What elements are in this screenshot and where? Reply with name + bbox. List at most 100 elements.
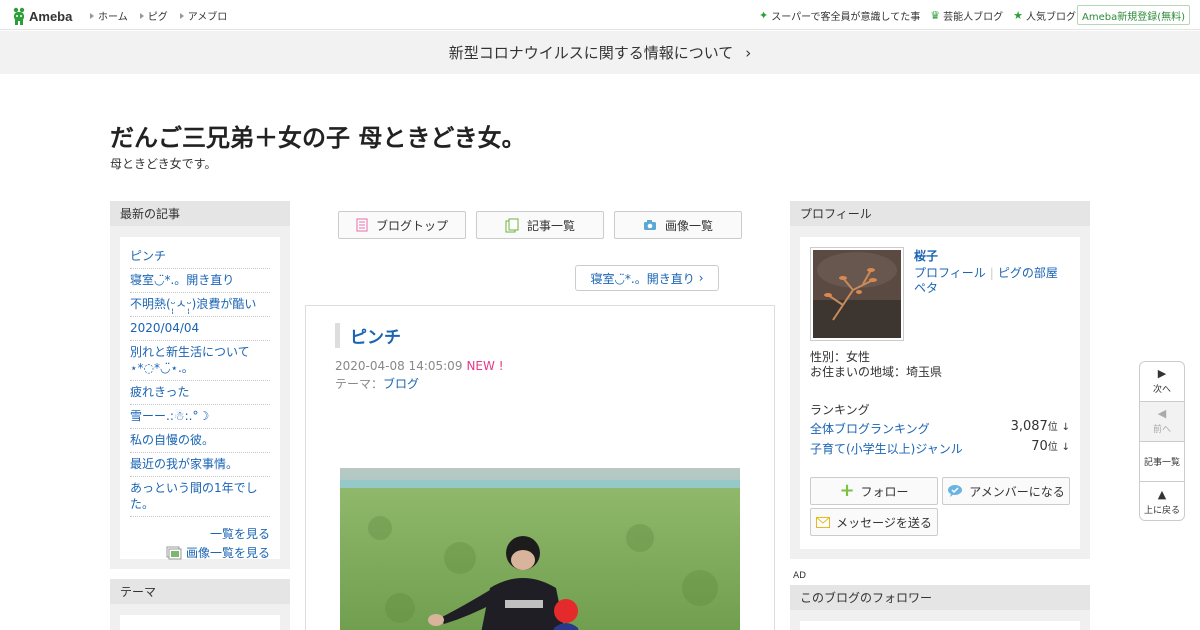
triangle-up-icon: ▲ [1157, 487, 1167, 501]
see-all-link[interactable]: 一覧を見る [130, 525, 270, 542]
recent-article-item[interactable]: 最近の我が家事情。 [130, 453, 270, 477]
profile-link[interactable]: プロフィール [914, 266, 986, 280]
message-label: メッセージを送る [836, 515, 932, 530]
ad-label: AD [793, 571, 807, 581]
theme-panel [120, 615, 280, 630]
ranking-unit: 位 [1047, 442, 1058, 453]
theme-heading: テーマ [110, 579, 290, 604]
link-label: スーパーで客全員が意識してた事 [771, 12, 921, 23]
recent-articles-panel: ピンチ 寝室◡̈*.。開き直り 不明熱(ᵕ̩̩ㅅᵕ̩̩)浪費が酷い 2020/0… [120, 237, 280, 561]
profile-name[interactable]: 桜子 [914, 247, 938, 264]
amember-button[interactable]: アメンバーになる [942, 477, 1070, 505]
ranking-row: 子育て(小学生以上)ジャンル 70位 ↓ [810, 438, 1070, 457]
new-badge: NEW ! [466, 359, 504, 373]
nav-ameblo[interactable]: アメブロ [179, 8, 227, 23]
pages-icon [505, 218, 519, 232]
amember-label: アメンバーになる [969, 484, 1065, 499]
see-images-label: 画像一覧を見る [185, 546, 270, 560]
ranking-value: 70位 ↓ [1031, 438, 1070, 454]
article-date-line: 2020-04-08 14:05:09 NEW ! [335, 359, 504, 373]
nav-pig[interactable]: ピグ [139, 8, 168, 23]
avatar-image [813, 250, 901, 338]
message-button[interactable]: メッセージを送る [810, 508, 938, 536]
recent-article-item[interactable]: 不明熱(ᵕ̩̩ㅅᵕ̩̩)浪費が酷い [130, 293, 270, 317]
ranking-heading: ランキング [810, 403, 870, 417]
article-list-button[interactable]: 記事一覧 [476, 211, 604, 239]
play-right-icon: ▶ [1157, 367, 1167, 380]
recent-article-item[interactable]: あっという間の1年でした。 [130, 477, 270, 517]
recent-article-item[interactable]: 私の自慢の彼。 [130, 429, 270, 453]
blog-top-button[interactable]: ブログトップ [338, 211, 466, 239]
recent-article-item[interactable]: 疲れきった [130, 381, 270, 405]
header-right-links: ✦ スーパーで客全員が意識してた事 ♛ 芸能人ブログ ★ 人気ブログ [759, 8, 1076, 24]
camera-icon [643, 220, 656, 230]
next-article-title: 寝室◡̈*.。開き直り [590, 271, 695, 286]
recent-articles-heading: 最新の記事 [110, 201, 290, 226]
announcement-text: 新型コロナウイルスに関する情報について [448, 44, 734, 62]
see-images-link[interactable]: 画像一覧を見る [130, 544, 270, 561]
envelope-icon [816, 516, 831, 528]
document-icon [356, 218, 368, 232]
caret-right-icon [90, 12, 94, 19]
prev-button[interactable]: ◀ 前へ [1140, 402, 1184, 442]
article: ピンチ 2020-04-08 14:05:09 NEW ! テーマ：ブログ [305, 305, 775, 630]
nav-label: ピグ [147, 12, 168, 23]
recent-articles-list: ピンチ 寝室◡̈*.。開き直り 不明熱(ᵕ̩̩ㅅᵕ̩̩)浪費が酷い 2020/0… [130, 245, 270, 517]
profile-box: 桜子 プロフィール | ピグの部屋 ペタ 性別：女性 お住まいの地域：埼玉県 ランキ… [790, 226, 1090, 559]
recent-article-item[interactable]: 雪ーー.:☃︎:.°☽ [130, 405, 270, 429]
plus-icon: + [839, 480, 855, 501]
ranking-number: 70 [1031, 439, 1048, 454]
follow-button[interactable]: + フォロー [810, 477, 938, 505]
trend-down-icon: ↓ [1061, 422, 1070, 433]
chevron-right-icon: › [698, 271, 704, 285]
trending-link[interactable]: ✦ スーパーで客全員が意識してた事 [759, 8, 921, 24]
next-label: 次へ [1152, 385, 1171, 395]
ameba-logo[interactable]: Ameba [12, 6, 72, 26]
followers-box [790, 610, 1090, 630]
sparkle-icon: ✦ [759, 8, 769, 22]
ranking-label[interactable]: 全体ブログランキング [810, 422, 930, 436]
image-list-icon [166, 546, 182, 559]
next-button[interactable]: ▶ 次へ [1140, 362, 1184, 402]
article-date: 2020-04-08 14:05:09 [335, 359, 463, 373]
ranking-row: 全体ブログランキング 3,087位 ↓ [810, 418, 1070, 437]
link-divider: | [989, 266, 994, 280]
article-photo[interactable] [340, 468, 740, 630]
article-list-pager-label: 記事一覧 [1143, 458, 1180, 468]
profile-avatar[interactable] [810, 247, 904, 341]
announcement-banner[interactable]: 新型コロナウイルスに関する情報について › [0, 31, 1200, 74]
theme-label: テーマ： [335, 377, 384, 391]
popular-blog-link[interactable]: ★ 人気ブログ [1013, 8, 1076, 24]
peta-link[interactable]: ペタ [914, 281, 938, 295]
image-list-button[interactable]: 画像一覧 [614, 211, 742, 239]
blog-title[interactable]: だんご三兄弟＋女の子 母ときどき女。 [110, 118, 526, 153]
recent-article-item[interactable]: ピンチ [130, 245, 270, 269]
ranking-label[interactable]: 子育て(小学生以上)ジャンル [810, 442, 963, 456]
profile-location: お住まいの地域：埼玉県 [810, 365, 943, 379]
recent-article-item[interactable]: 別れと新生活について⋆*◌*◡̈⋆.。 [130, 341, 270, 381]
theme-box [110, 604, 290, 630]
nav-home[interactable]: ホーム [90, 8, 128, 23]
prev-label: 前へ [1152, 425, 1171, 435]
ameba-logo-icon [13, 7, 25, 25]
follow-label: フォロー [860, 484, 909, 499]
logo-text: Ameba [29, 8, 73, 24]
followers-panel [800, 621, 1080, 630]
global-header: Ameba ホーム ピグ アメブロ ✦ スーパーで客全員が意識してた事 ♛ 芸能人ブ… [0, 0, 1200, 30]
link-label: 人気ブログ [1026, 12, 1076, 23]
crown-icon: ♛ [930, 8, 941, 22]
recent-article-item[interactable]: 2020/04/04 [130, 317, 270, 341]
recent-article-item[interactable]: 寝室◡̈*.。開き直り [130, 269, 270, 293]
ranking-unit: 位 [1047, 422, 1058, 433]
theme-link[interactable]: ブログ [383, 377, 419, 391]
star-icon: ★ [1013, 8, 1023, 22]
pig-room-link[interactable]: ピグの部屋 [998, 266, 1058, 280]
celebrity-blog-link[interactable]: ♛ 芸能人ブログ [930, 8, 1003, 24]
signup-button[interactable]: Ameba新規登録(無料) [1077, 5, 1190, 25]
back-to-top-button[interactable]: ▲ 上に戻る [1140, 482, 1184, 520]
article-photo-image [340, 468, 740, 630]
article-list-pager-button[interactable]: 記事一覧 [1140, 442, 1184, 482]
ranking-value: 3,087位 ↓ [1011, 418, 1070, 434]
article-title[interactable]: ピンチ [335, 323, 401, 348]
next-article-link[interactable]: 寝室◡̈*.。開き直り › [575, 265, 719, 291]
